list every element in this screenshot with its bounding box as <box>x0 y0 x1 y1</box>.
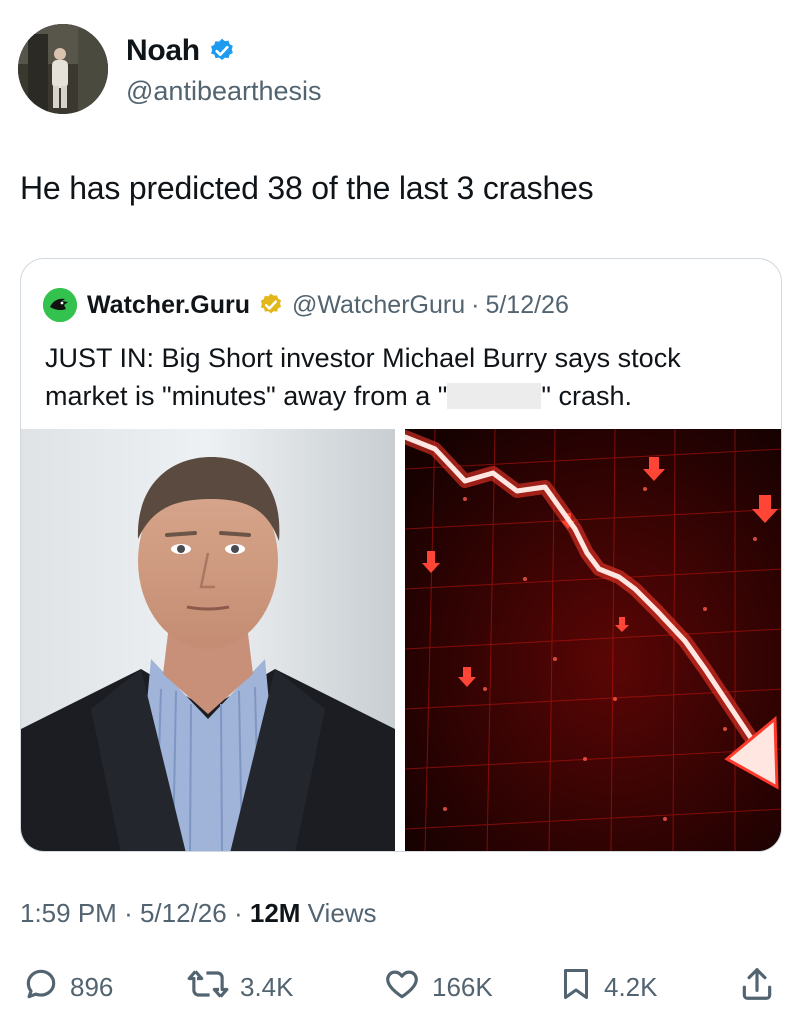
avatar[interactable] <box>18 24 108 114</box>
quoted-tweet-text: JUST IN: Big Short investor Michael Burr… <box>45 339 765 415</box>
repost-icon <box>186 965 230 1010</box>
share-icon <box>738 965 776 1010</box>
quoted-date: 5/12/26 <box>485 290 569 319</box>
repost-count: 3.4K <box>240 971 294 1002</box>
redacted-word <box>447 382 542 409</box>
reply-button[interactable]: 896 <box>22 962 113 1012</box>
views-count: 12M <box>249 898 301 928</box>
action-bar: 896 3.4K 166K 4.2K <box>0 962 800 1012</box>
verified-badge-icon <box>208 37 236 65</box>
tweet-header: Noah @antibearthesis <box>18 22 778 118</box>
quoted-display-name: Watcher.Guru <box>87 290 250 319</box>
quoted-handle: @WatcherGuru <box>292 290 466 319</box>
quoted-tweet-card[interactable]: Watcher.Guru @WatcherGuru · 5/12/26 JUST… <box>20 258 782 852</box>
bookmark-count: 4.2K <box>604 971 658 1002</box>
bookmark-icon <box>558 965 594 1010</box>
separator-dot: · <box>471 290 480 319</box>
reply-count: 896 <box>70 971 114 1002</box>
separator-dot: · <box>124 898 133 928</box>
separator-dot: · <box>233 898 243 928</box>
views-label: Views <box>307 898 377 928</box>
author-display-name[interactable]: Noah <box>126 34 200 68</box>
quoted-tweet-header: Watcher.Guru @WatcherGuru · 5/12/26 <box>43 287 569 323</box>
like-count: 166K <box>432 971 493 1002</box>
repost-button[interactable]: 3.4K <box>186 962 294 1012</box>
author-handle[interactable]: @antibearthesis <box>126 76 322 107</box>
tweet-date[interactable]: 5/12/26 <box>140 898 227 928</box>
portrait-image[interactable] <box>21 429 395 851</box>
tweet-time[interactable]: 1:59 PM <box>20 898 117 928</box>
share-button[interactable] <box>738 962 776 1012</box>
quoted-text-part2: " crash. <box>541 381 632 411</box>
tweet-text: He has predicted 38 of the last 3 crashe… <box>20 170 594 206</box>
watcher-guru-logo-icon <box>43 288 77 322</box>
bookmark-button[interactable]: 4.2K <box>558 962 658 1012</box>
reply-icon <box>22 965 60 1010</box>
like-button[interactable]: 166K <box>382 962 493 1012</box>
crash-chart-image[interactable] <box>405 429 781 851</box>
tweet-meta: 1:59 PM · 5/12/26 · 12M Views <box>20 898 377 929</box>
verified-gold-badge-icon <box>258 292 284 318</box>
heart-icon <box>382 965 422 1010</box>
